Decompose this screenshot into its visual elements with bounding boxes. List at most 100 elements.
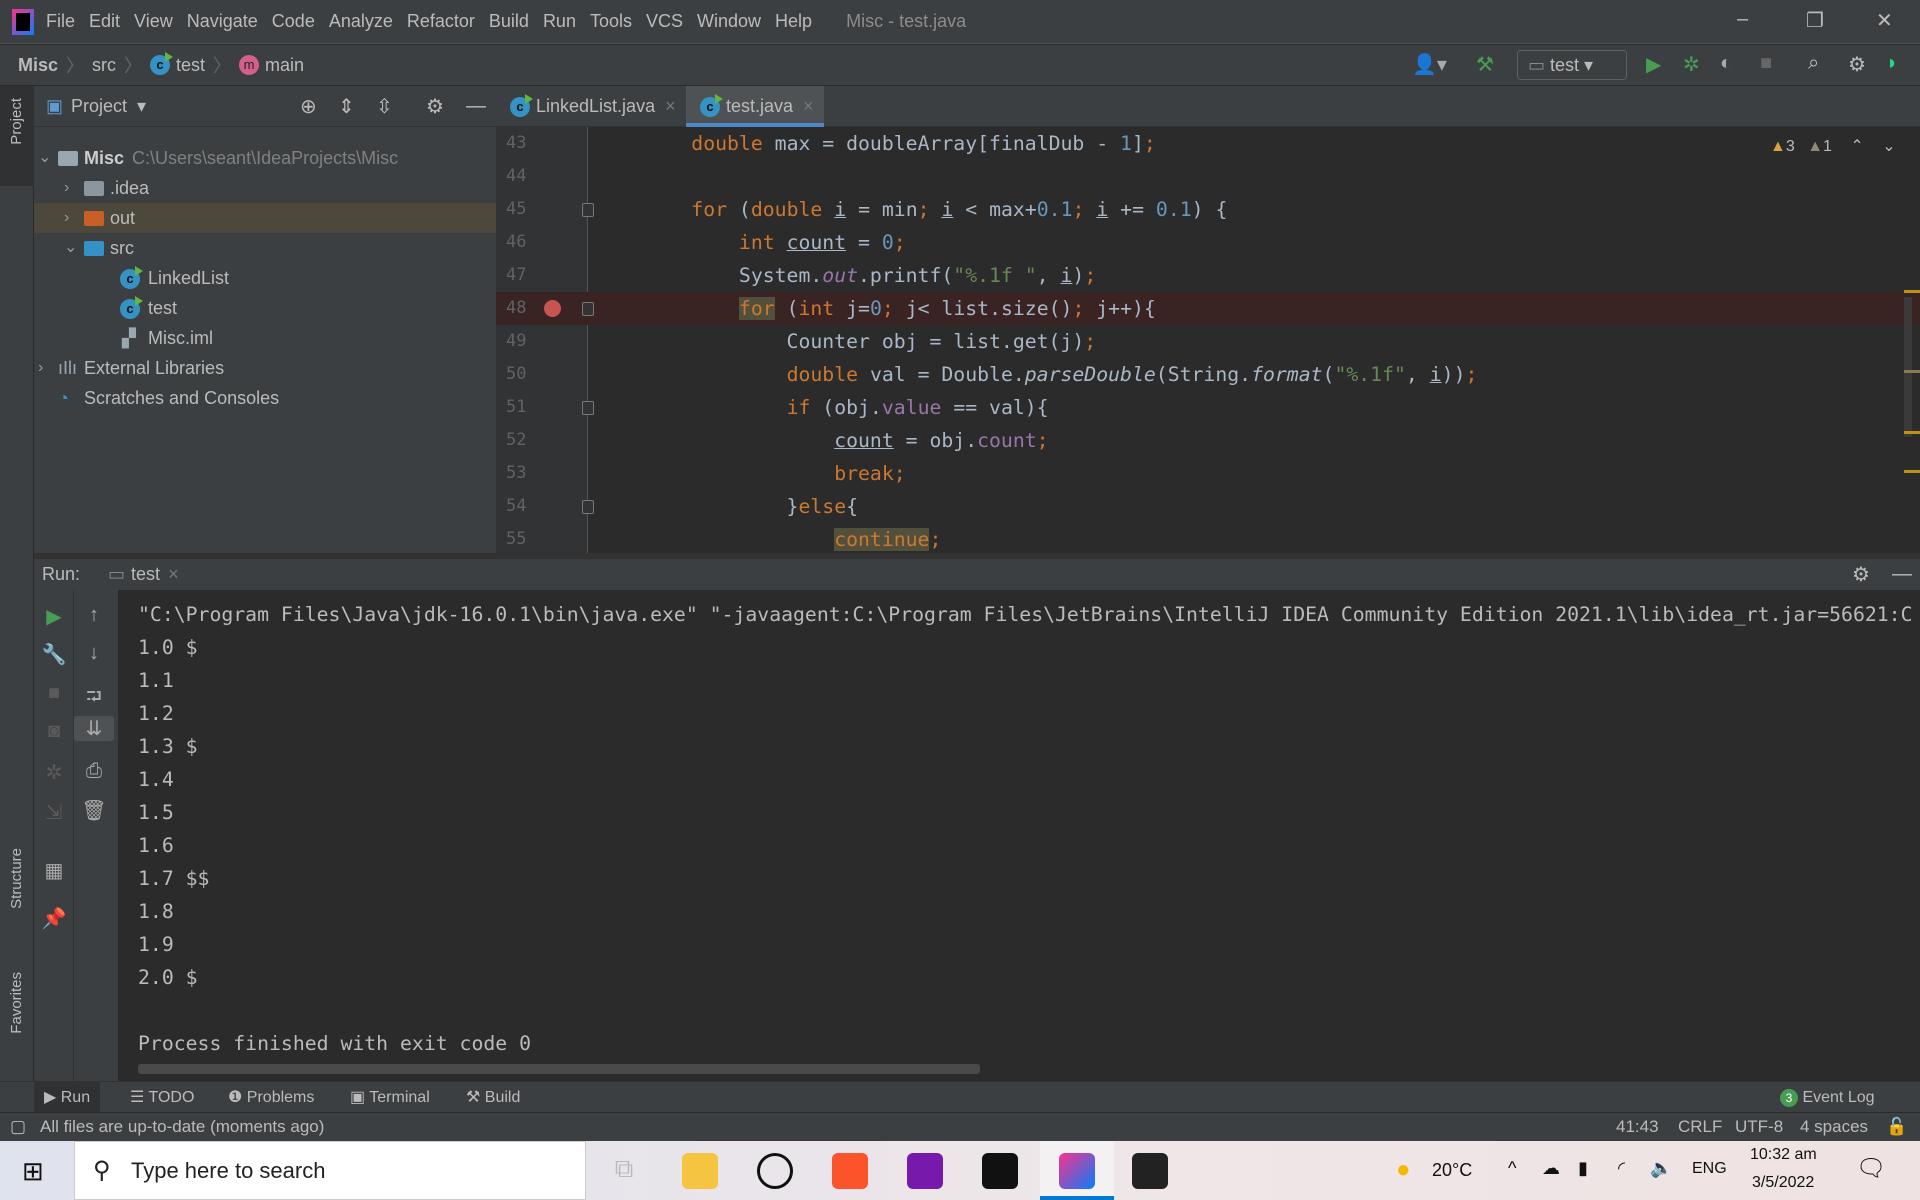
tree-item-misc[interactable]: ⌄ Misc C:\Users\seant\IdeaProjects\Misc xyxy=(34,143,496,173)
notifications-icon[interactable]: 🗨 xyxy=(1856,1154,1886,1183)
tree-item-src[interactable]: ⌄ src xyxy=(34,233,496,263)
project-tool-button[interactable]: Project xyxy=(8,98,25,145)
restore-button[interactable]: ❐ xyxy=(1806,8,1824,33)
run-tab-test[interactable]: test xyxy=(131,564,160,585)
tree-item-external-libraries[interactable]: › ıIlı External Libraries xyxy=(34,353,496,383)
tree-item-idea[interactable]: › .idea xyxy=(34,173,496,203)
menu-file[interactable]: File xyxy=(46,11,75,31)
code-line-51[interactable]: 51 if (obj.value == val){ xyxy=(496,391,1920,424)
project-view-select[interactable]: Project xyxy=(71,96,127,117)
indent-setting[interactable]: 4 spaces xyxy=(1800,1113,1868,1141)
breadcrumb-test[interactable]: test xyxy=(176,55,205,76)
status-message[interactable]: All files are up-to-date (moments ago) xyxy=(40,1113,324,1141)
next-highlight-icon[interactable]: ⌄ xyxy=(1882,138,1895,155)
settings-gear-icon[interactable]: ⚙ xyxy=(1848,52,1866,77)
menu-refactor[interactable]: Refactor xyxy=(407,11,475,31)
command-prompt-icon[interactable] xyxy=(982,1153,1018,1189)
code-line-44[interactable]: 44 xyxy=(496,160,1920,193)
tree-item-scratches-and-consoles[interactable]: ◔ Scratches and Consoles xyxy=(34,383,496,413)
soft-wrap-icon[interactable]: ⮒ xyxy=(74,682,114,716)
dell-icon[interactable] xyxy=(757,1153,793,1189)
tool-tab-todo[interactable]: ☰ TODO xyxy=(120,1082,204,1113)
stop-icon[interactable]: ■ xyxy=(1760,52,1772,75)
menu-build[interactable]: Build xyxy=(489,11,529,31)
stop-icon[interactable]: ■ xyxy=(34,682,74,705)
close-button[interactable]: ✕ xyxy=(1876,8,1893,33)
minimize-button[interactable]: – xyxy=(1737,8,1748,31)
code-line-52[interactable]: 52 count = obj.count; xyxy=(496,424,1920,457)
fold-marker-icon[interactable] xyxy=(582,302,594,316)
onenote-icon[interactable] xyxy=(907,1153,943,1189)
menu-navigate[interactable]: Navigate xyxy=(187,11,258,31)
close-tab-icon[interactable]: × xyxy=(665,96,676,116)
caret-position[interactable]: 41:43 xyxy=(1616,1113,1659,1141)
pin-icon[interactable]: 📌 xyxy=(34,906,74,931)
tool-tab-run[interactable]: ▶ Run xyxy=(34,1082,101,1113)
windows-start-icon[interactable]: ⊞ xyxy=(22,1156,44,1187)
code-line-50[interactable]: 50 double val = Double.parseDouble(Strin… xyxy=(496,358,1920,391)
menu-vcs[interactable]: VCS xyxy=(646,11,683,31)
expand-all-icon[interactable]: ⇕ xyxy=(338,94,355,119)
inspection-widget[interactable]: ▲3 ▲1 ⌃ ⌄ xyxy=(1770,136,1896,156)
run-icon[interactable]: ▶ xyxy=(1646,52,1661,77)
options-gear-icon[interactable]: ⚙ xyxy=(426,94,444,119)
breadcrumb-misc[interactable]: Misc xyxy=(18,55,58,76)
tree-item-out[interactable]: › out xyxy=(34,203,496,233)
tree-item-test[interactable]: c test xyxy=(34,293,496,323)
tool-tab-problems[interactable]: ❶ Problems xyxy=(218,1082,324,1113)
close-tab-icon[interactable]: × xyxy=(803,96,814,116)
previous-highlight-icon[interactable]: ⌃ xyxy=(1850,138,1863,155)
tool-tab-terminal[interactable]: ▣ Terminal xyxy=(340,1082,440,1113)
debug-settings-icon[interactable]: ✲ xyxy=(34,760,74,785)
hide-run-panel-icon[interactable]: — xyxy=(1892,563,1912,586)
print-icon[interactable]: ⎙ xyxy=(74,760,114,783)
layout-icon[interactable]: ▦ xyxy=(34,858,74,883)
favorites-tool-button[interactable]: Favorites xyxy=(8,972,25,1034)
taskbar-search[interactable]: ⚲ Type here to search xyxy=(74,1141,586,1200)
code-line-43[interactable]: 43 double max = doubleArray[finalDub - 1… xyxy=(496,127,1920,160)
build-hammer-icon[interactable]: ⚒ xyxy=(1476,52,1494,77)
code-line-47[interactable]: 47 System.out.printf("%.1f ", i); xyxy=(496,259,1920,292)
console-horizontal-scrollbar[interactable] xyxy=(138,1064,980,1074)
battery-icon[interactable]: ▮ xyxy=(1578,1158,1588,1179)
chevron-down-icon[interactable]: ⌄ xyxy=(64,233,77,263)
code-line-53[interactable]: 53 break; xyxy=(496,457,1920,490)
account-icon[interactable]: 👤▾ xyxy=(1412,52,1447,77)
console-output[interactable]: "C:\Program Files\Java\jdk-16.0.1\bin\ja… xyxy=(119,590,1920,1081)
menu-analyze[interactable]: Analyze xyxy=(329,11,393,31)
unlock-icon[interactable]: 🔓 xyxy=(1886,1113,1907,1141)
coverage-icon[interactable]: ◐ xyxy=(1720,52,1732,75)
code-editor[interactable]: 43 double max = doubleArray[finalDub - 1… xyxy=(496,127,1920,553)
menu-view[interactable]: View xyxy=(134,11,173,31)
run-config-select[interactable]: ▭ test ▾ xyxy=(1517,50,1627,80)
locate-icon[interactable]: ⊕ xyxy=(300,94,317,119)
status-toggle-icon[interactable]: ▢ xyxy=(10,1113,26,1141)
code-line-49[interactable]: 49 Counter obj = list.get(j); xyxy=(496,325,1920,358)
chevron-right-icon[interactable]: › xyxy=(64,173,69,203)
code-line-55[interactable]: 55 continue; xyxy=(496,523,1920,553)
menu-edit[interactable]: Edit xyxy=(89,11,120,31)
code-line-46[interactable]: 46 int count = 0; xyxy=(496,226,1920,259)
event-log-button[interactable]: 3 Event Log xyxy=(1770,1082,1885,1113)
clock-date[interactable]: 3/5/2022 xyxy=(1752,1174,1814,1192)
fold-marker-icon[interactable] xyxy=(582,401,594,415)
up-arrow-icon[interactable]: ↑ xyxy=(74,604,114,627)
menu-code[interactable]: Code xyxy=(272,11,315,31)
breakpoint-icon[interactable] xyxy=(544,300,561,317)
scroll-to-end-icon[interactable]: ⇊ xyxy=(74,716,114,741)
code-line-45[interactable]: 45 for (double i = min; i < max+0.1; i +… xyxy=(496,193,1920,226)
close-run-tab-icon[interactable]: × xyxy=(168,564,179,585)
dump-threads-camera-icon[interactable]: ◙ xyxy=(34,720,74,743)
menu-window[interactable]: Window xyxy=(697,11,761,31)
collapse-all-icon[interactable]: ⇳ xyxy=(376,94,393,119)
hide-panel-icon[interactable]: — xyxy=(466,95,486,118)
exit-icon[interactable]: ⇲ xyxy=(34,800,74,825)
task-view-icon[interactable]: ⧉ xyxy=(606,1153,642,1189)
tool-tab-build[interactable]: ⚒ Build xyxy=(456,1082,530,1113)
breadcrumb-src[interactable]: src xyxy=(92,55,116,76)
modify-config-wrench-icon[interactable]: 🔧 xyxy=(34,642,74,667)
intellij-icon[interactable] xyxy=(1059,1153,1095,1189)
tree-item-misc-iml[interactable]: ▞ Misc.iml xyxy=(34,323,496,353)
clock-time[interactable]: 10:32 am xyxy=(1750,1146,1817,1164)
fold-marker-icon[interactable] xyxy=(582,203,594,217)
